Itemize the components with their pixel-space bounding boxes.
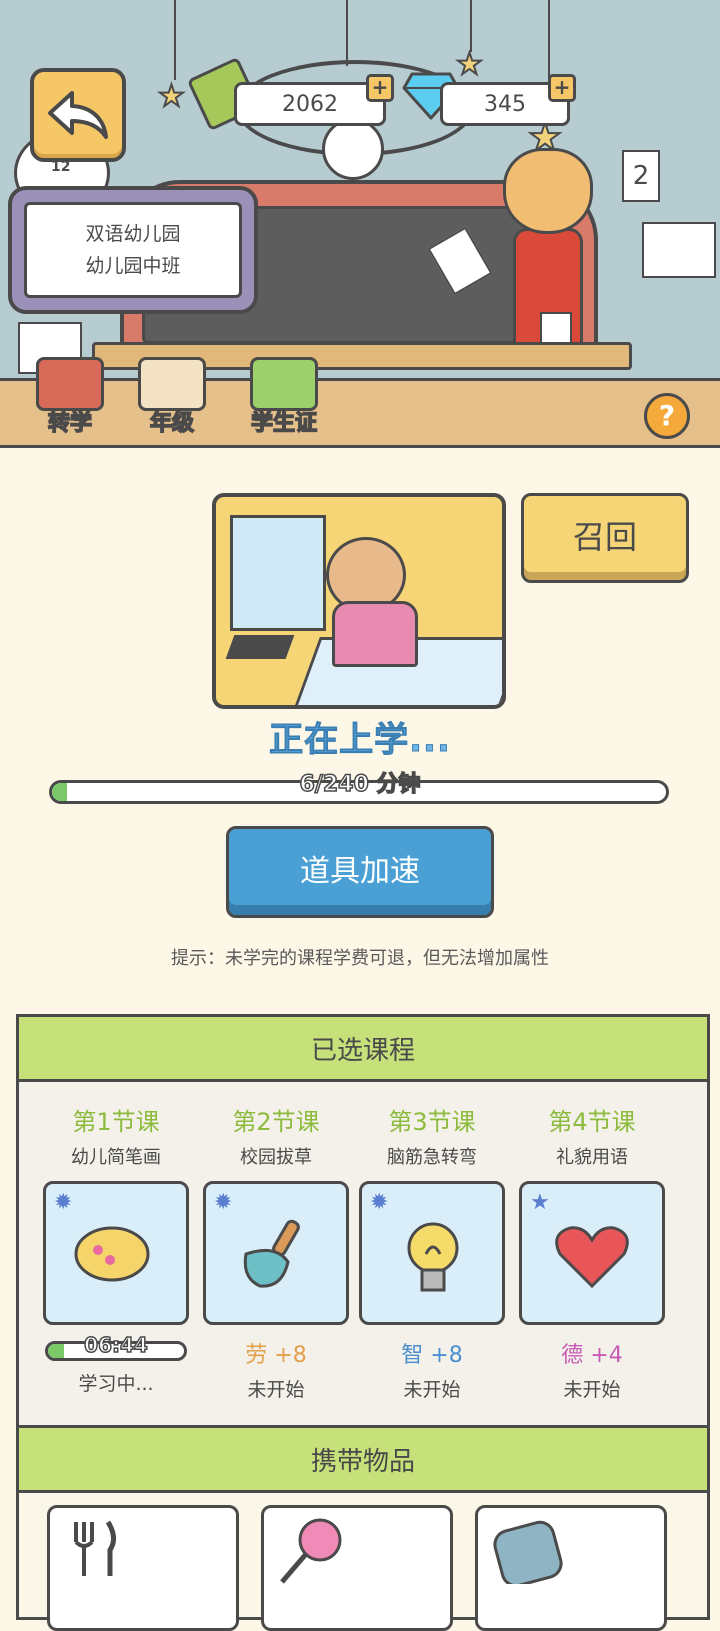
bear-student-body — [332, 601, 418, 667]
course-item[interactable]: 第3节课 脑筋急转弯 ✹ 智 +8 未开始 — [357, 1102, 507, 1402]
ceiling-lamp — [322, 118, 384, 180]
student-id-label: 学生证 — [250, 410, 318, 437]
wall-drawing — [642, 222, 716, 278]
course-item[interactable]: 第4节课 礼貌用语 ★ 德 +4 未开始 — [517, 1102, 667, 1402]
school-name: 双语幼儿园 — [85, 223, 181, 245]
course-number: 第1节课 — [72, 1108, 160, 1136]
courses-list: 第1节课 幼儿简笔画 ✹ 06:44 学习中... 第2节课 校园拔草 ✹ 劳 … — [19, 1082, 707, 1444]
grade-label: 年级 — [149, 410, 195, 437]
window — [230, 515, 326, 631]
school-toolbar: 转学 年级 学生证 ? — [0, 357, 720, 448]
course-time: 06:44 — [83, 1332, 148, 1358]
gem-amount: 345 — [484, 91, 526, 117]
course-card[interactable]: ✹ — [43, 1181, 189, 1325]
gain-value: +8 — [274, 1343, 307, 1368]
palette-icon — [74, 1226, 150, 1282]
back-button[interactable] — [30, 68, 126, 162]
star-decoration-icon: ★ — [455, 47, 484, 82]
course-number: 第3节课 — [388, 1108, 476, 1136]
student-id-button[interactable]: 学生证 — [236, 357, 332, 443]
study-progress-text: 6/240 分钟 — [299, 771, 421, 798]
course-gain: 德 +4 — [517, 1337, 667, 1369]
add-gems-button[interactable]: + — [548, 74, 576, 102]
recall-button[interactable]: 召回 — [521, 493, 689, 583]
hanging-wire — [346, 0, 348, 66]
fork-knife-icon — [74, 1520, 116, 1576]
cash-counter: 2062 — [234, 82, 386, 126]
school-building-icon — [36, 357, 104, 411]
speed-up-button[interactable]: 道具加速 — [226, 826, 494, 918]
grade-button[interactable]: 年级 — [124, 357, 220, 443]
gear-icon: ✹ — [370, 1190, 389, 1215]
course-name: 幼儿简笔画 — [71, 1147, 161, 1168]
course-card[interactable]: ✹ — [359, 1181, 505, 1325]
back-arrow-icon — [48, 91, 108, 139]
course-name: 礼貌用语 — [556, 1147, 628, 1168]
wall-note-number: 2 — [632, 161, 650, 191]
lollipop-icon — [280, 1518, 342, 1584]
classroom-scene: ★ ★ ★ 12 2 2062 + 345 + 双语幼儿园 幼儿园中班 — [0, 0, 720, 380]
course-card[interactable]: ★ — [519, 1181, 665, 1325]
grade-icon — [138, 357, 206, 411]
star-decoration-icon: ★ — [157, 79, 186, 114]
course-status: 未开始 — [247, 1379, 305, 1401]
carry-slot[interactable] — [261, 1505, 453, 1631]
shovel-icon — [243, 1219, 300, 1288]
gear-icon: ✹ — [54, 1190, 73, 1215]
course-gain: 劳 +8 — [201, 1337, 351, 1369]
refund-hint: 提示：未学完的课程学费可退，但无法增加属性 — [171, 948, 549, 969]
student-studying-picture — [212, 493, 506, 709]
course-card[interactable]: ✹ — [203, 1181, 349, 1325]
lightbulb-icon — [407, 1222, 459, 1292]
student-id-icon — [250, 357, 318, 411]
heart-icon — [555, 1226, 629, 1289]
add-cash-button[interactable]: + — [366, 74, 394, 102]
backpack-icon — [493, 1520, 563, 1584]
class-name: 幼儿园中班 — [85, 255, 181, 277]
carry-slot[interactable] — [47, 1505, 239, 1631]
transfer-school-button[interactable]: 转学 — [22, 357, 118, 443]
course-status: 学习中... — [78, 1373, 154, 1395]
course-name: 脑筋急转弯 — [387, 1147, 477, 1168]
course-item[interactable]: 第2节课 校园拔草 ✹ 劳 +8 未开始 — [201, 1102, 351, 1402]
carry-items-title: 携带物品 — [19, 1425, 707, 1493]
hanging-wire — [174, 0, 176, 80]
course-gain: 智 +8 — [357, 1337, 507, 1369]
graduation-cap-icon — [225, 635, 295, 659]
gain-value: +4 — [590, 1343, 623, 1368]
course-name: 校园拔草 — [240, 1147, 312, 1168]
cash-amount: 2062 — [282, 91, 338, 117]
gain-attribute: 智 — [401, 1343, 424, 1368]
gain-attribute: 劳 — [245, 1343, 268, 1368]
courses-panel: 已选课程 第1节课 幼儿简笔画 ✹ 06:44 学习中... 第2节课 校园拔草… — [16, 1014, 710, 1631]
gain-value: +8 — [430, 1343, 463, 1368]
gear-icon: ✹ — [214, 1190, 233, 1215]
courses-title: 已选课程 — [19, 1017, 707, 1082]
wall-note: 2 — [622, 150, 660, 202]
studying-status: 正在上学... — [269, 720, 451, 761]
school-sign: 双语幼儿园 幼儿园中班 — [8, 186, 258, 314]
course-number: 第2节课 — [232, 1108, 320, 1136]
help-button[interactable]: ? — [644, 393, 690, 439]
hanging-wire — [470, 0, 472, 52]
course-number: 第4节课 — [548, 1108, 636, 1136]
course-item[interactable]: 第1节课 幼儿简笔画 ✹ 06:44 学习中... — [41, 1102, 191, 1396]
star-icon: ★ — [530, 1190, 550, 1215]
course-status: 未开始 — [563, 1379, 621, 1401]
gain-attribute: 德 — [561, 1343, 584, 1368]
course-status: 未开始 — [403, 1379, 461, 1401]
leopard-teacher — [495, 140, 605, 346]
transfer-school-label: 转学 — [47, 410, 93, 437]
carry-slot[interactable] — [475, 1505, 667, 1631]
